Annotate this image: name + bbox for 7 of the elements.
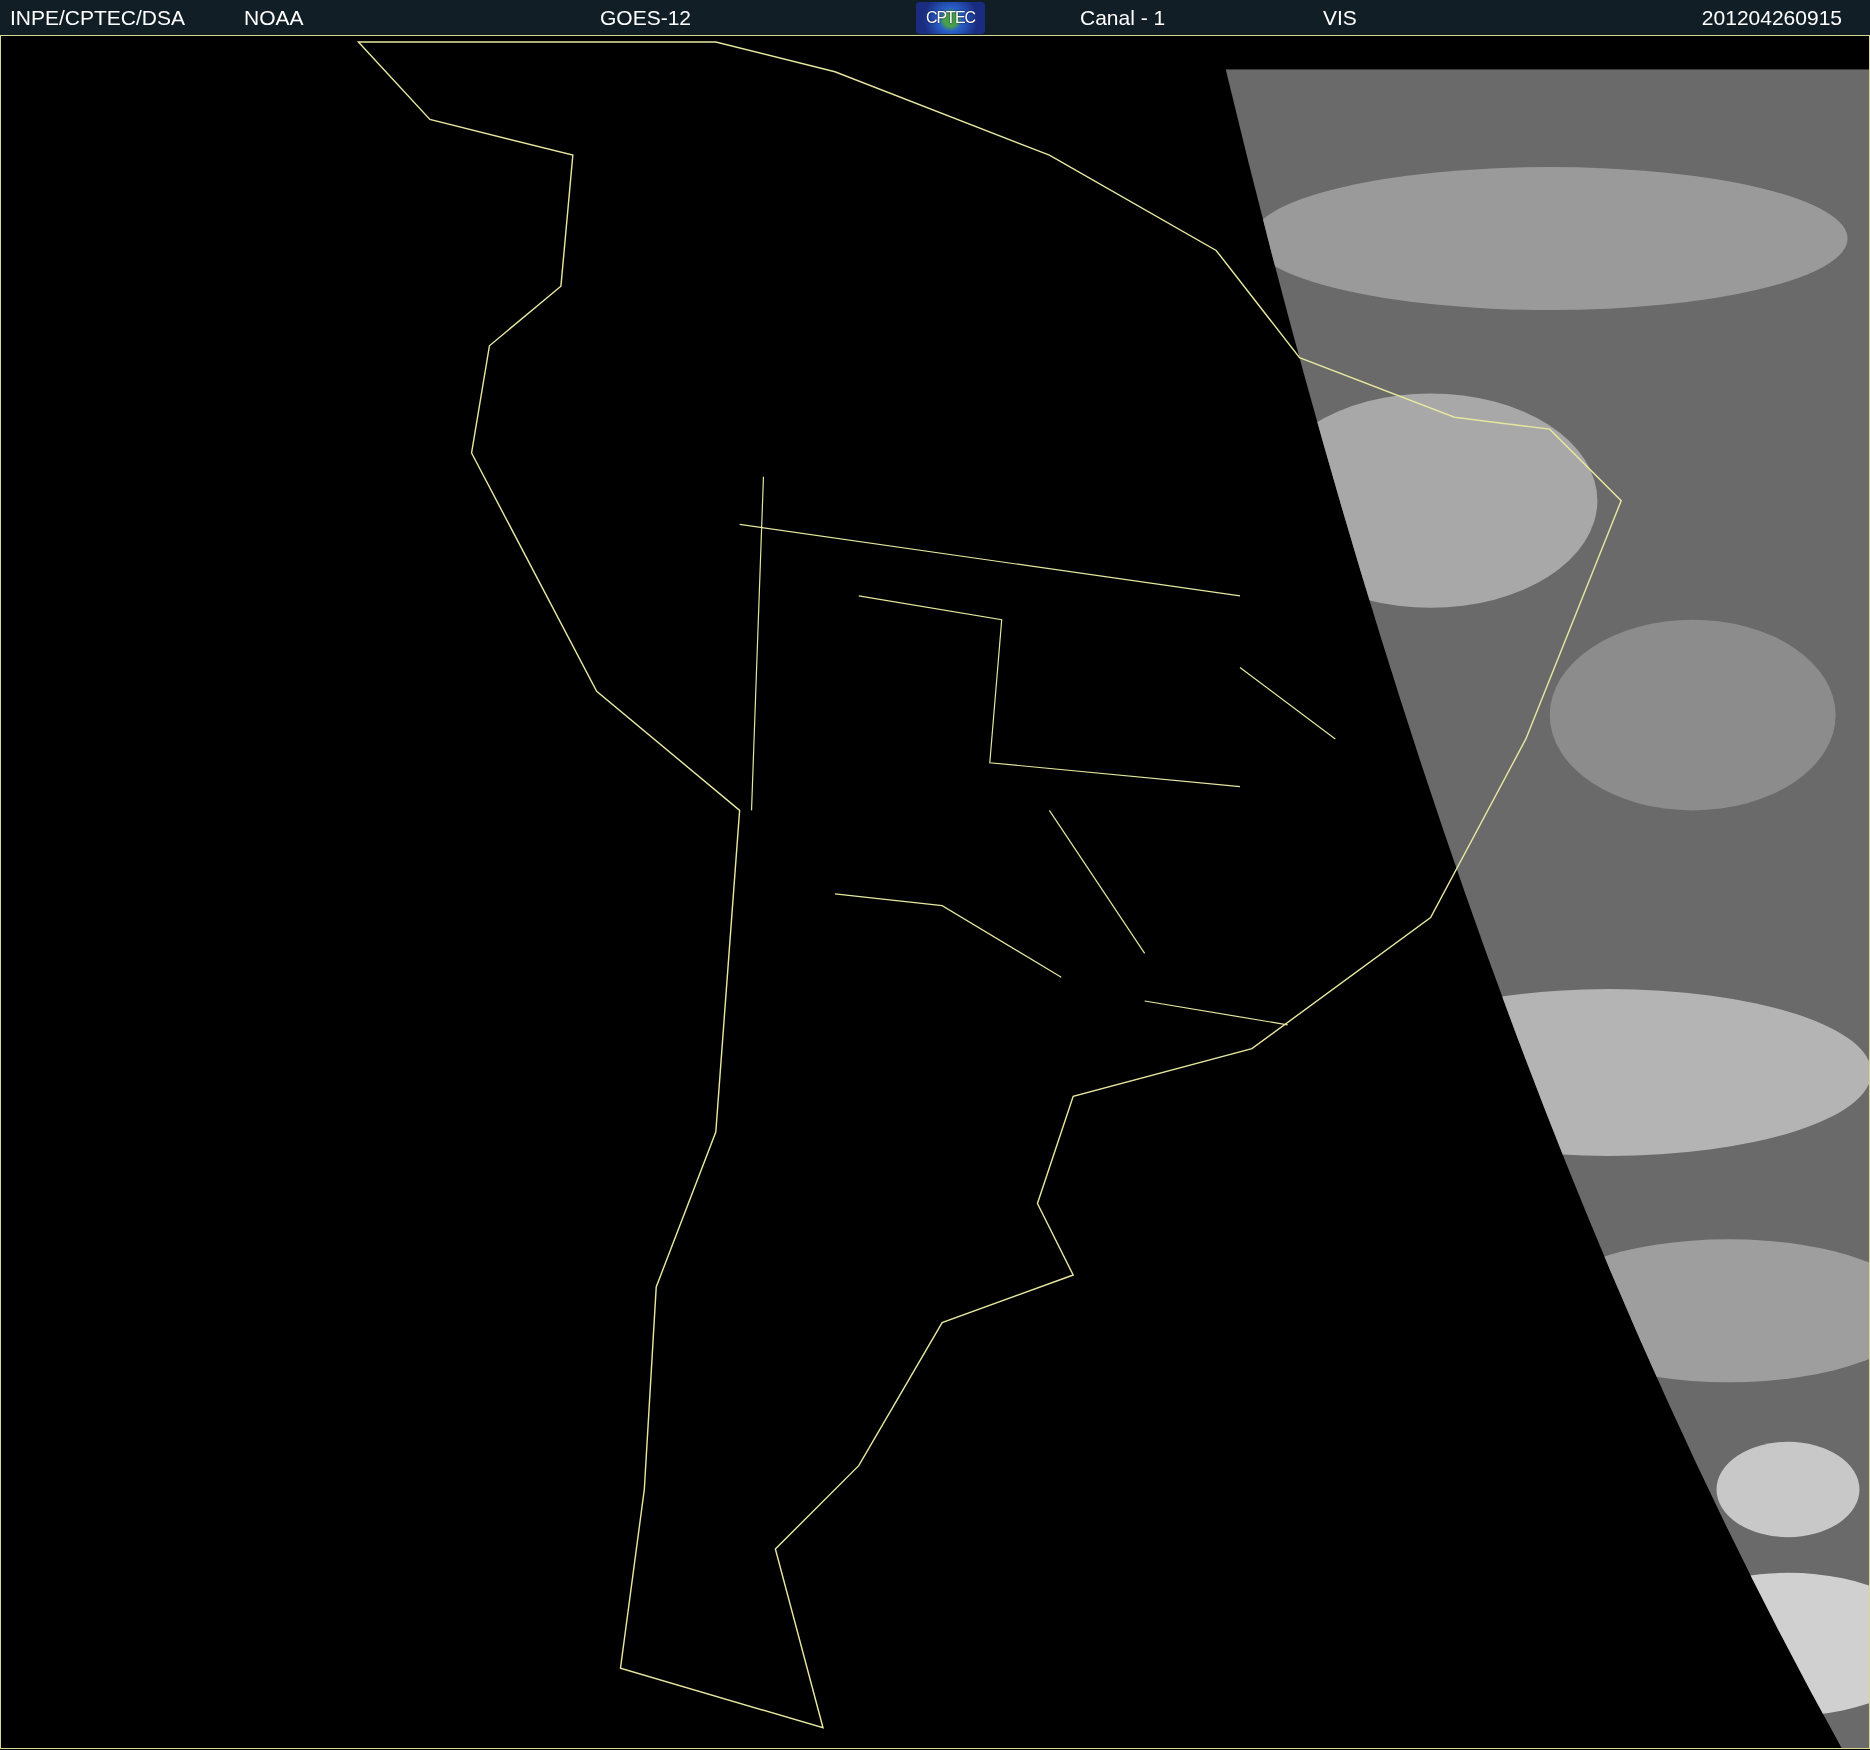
source-label: INPE/CPTEC/DSA — [10, 5, 186, 29]
timestamp-label: 201204260915 — [1701, 5, 1842, 29]
band-label: VIS — [1323, 5, 1357, 29]
channel-label: Canal - 1 — [1080, 5, 1166, 29]
agency-label: NOAA — [244, 5, 304, 29]
logo: CPTEC — [916, 1, 985, 34]
satellite-label: GOES-12 — [600, 5, 692, 29]
